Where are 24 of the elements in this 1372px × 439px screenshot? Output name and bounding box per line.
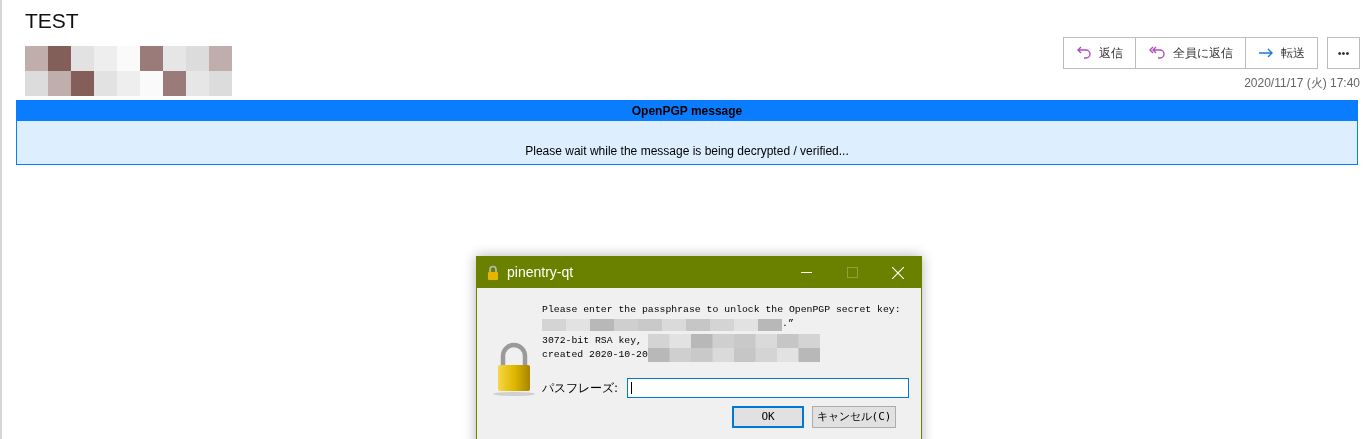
prompt-text: Please enter the passphrase to unlock the OpenPGP secret key: bbox=[542, 303, 902, 317]
close-icon bbox=[892, 266, 904, 279]
dialog-title: pinentry-qt bbox=[507, 263, 574, 282]
status-text: Please wait while the message is being decrypted / verified... bbox=[525, 143, 849, 160]
key-id-text: .” bbox=[782, 317, 794, 331]
toolbar-button[interactable]: 転送 bbox=[1245, 38, 1317, 68]
message-date: 2020/11/17 (火) 17:40 bbox=[1244, 75, 1360, 92]
subject-title: TEST bbox=[25, 8, 80, 34]
passphrase-field[interactable] bbox=[627, 378, 909, 398]
toolbar-button[interactable]: 返信 bbox=[1064, 38, 1135, 68]
dialog-button[interactable]: OK bbox=[732, 406, 804, 428]
maximize-icon bbox=[846, 267, 858, 278]
key-type-text: 3072-bit RSA key, bbox=[542, 334, 643, 348]
key-created-text: created 2020-10-20 bbox=[542, 348, 648, 362]
lock-icon bbox=[487, 265, 499, 280]
toolbar-button[interactable]: 全員に返信 bbox=[1135, 38, 1245, 68]
passphrase-label: パスフレーズ: bbox=[542, 381, 620, 395]
reply-icon bbox=[1076, 45, 1092, 61]
text-cursor bbox=[631, 382, 632, 394]
panel-title: OpenPGP message bbox=[631, 103, 743, 120]
reply-all-icon bbox=[1148, 45, 1166, 61]
dialog-button[interactable]: キャンセル(C) bbox=[812, 406, 896, 428]
padlock-icon bbox=[491, 341, 537, 397]
more-button[interactable]: ••• bbox=[1327, 37, 1360, 69]
